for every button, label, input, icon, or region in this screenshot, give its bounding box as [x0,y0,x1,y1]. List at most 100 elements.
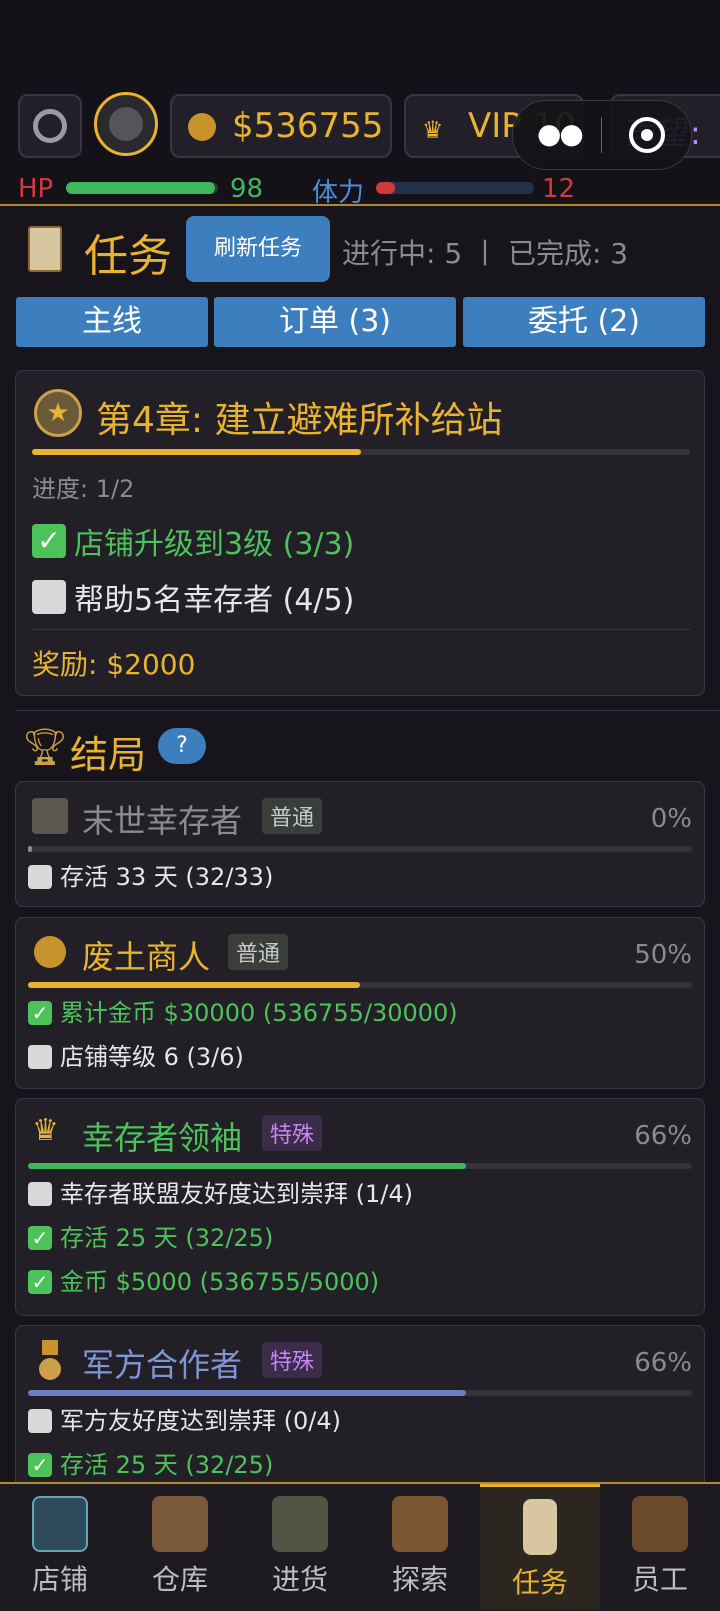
tab-commissions-label: 委托 (2) [527,304,641,339]
condition-row: 幸存者联盟友好度达到崇拜 (1/4) [28,1181,413,1206]
ending-percent: 66% [634,1348,692,1378]
endings-title: 结局 [70,733,147,777]
nav-restock-label: 进货 [271,1563,328,1596]
checkbox-empty-icon [28,1045,52,1069]
nav-explore[interactable]: 探索 [360,1484,480,1609]
tab-orders-label: 订单 (3) [278,304,392,339]
money-display: $536755 [170,94,392,158]
task-scroll-icon [28,226,62,272]
ending-card: 废土商人 普通 50% ✓ 累计金币 $30000 (536755/30000) … [15,917,705,1089]
condition-text: 累计金币 $30000 (536755/30000) [60,999,458,1027]
divider [32,629,690,630]
refresh-tasks-label: 刷新任务 [213,236,302,261]
checkbox-empty-icon [28,865,52,889]
staff-icon [632,1496,688,1552]
main-quest-reward: 奖励: $2000 [32,648,196,681]
nav-shop[interactable]: 店铺 [0,1484,120,1609]
checkbox-checked-icon: ✓ [28,1226,52,1250]
settings-button[interactable] [18,94,82,158]
condition-row: 存活 33 天 (32/33) [28,864,273,889]
gear-icon [33,109,67,143]
hp-value: 98 [230,174,264,204]
ending-progress-bar [28,846,692,852]
main-quest-title: 第4章: 建立避难所补给站 [96,400,503,441]
ending-percent: 50% [634,940,692,970]
stamina-bar [376,182,534,194]
miniprogram-capsule: ●● [512,100,692,170]
hp-bar-fill [66,182,215,194]
star-medal-icon: ★ [34,389,82,437]
endings-help-button[interactable]: ? [158,728,206,764]
ending-percent: 0% [650,804,692,834]
capsule-divider [601,117,602,153]
survivor-icon [109,107,143,141]
close-miniprogram-icon[interactable] [629,117,665,153]
crown-icon: ♛ [32,1113,59,1148]
avatar[interactable] [94,92,158,156]
condition-row: ✓ 存活 25 天 (32/25) [28,1452,273,1477]
header-divider [0,204,720,206]
help-label: ? [176,733,188,758]
warehouse-icon [152,1496,208,1552]
military-medal-icon [39,1340,61,1380]
stamina-value: 12 [542,174,576,204]
hp-label: HP [18,174,54,204]
refresh-tasks-button[interactable]: 刷新任务 [186,216,330,282]
checkbox-checked-icon: ✓ [28,1270,52,1294]
coin-icon [34,936,66,968]
more-menu-icon[interactable]: ●● [537,117,584,150]
task-status: 进行中: 5 丨 已完成: 3 [342,237,629,270]
ending-name: 军方合作者 [82,1346,243,1384]
ending-progress-bar [28,1163,692,1169]
main-quest-progress-bar [32,449,690,455]
shop-icon [32,1496,88,1552]
nav-restock[interactable]: 进货 [240,1484,360,1609]
nav-tasks-label: 任务 [511,1566,568,1599]
main-quest-progress-label: 进度: 1/2 [32,475,135,503]
ending-progress-fill [28,982,360,988]
objective-text: 店铺升级到3级 (3/3) [74,527,355,562]
tab-commissions[interactable]: 委托 (2) [463,297,705,347]
tab-main[interactable]: 主线 [16,297,208,347]
ending-card: 末世幸存者 普通 0% 存活 33 天 (32/33) [15,781,705,907]
condition-row: 军方友好度达到崇拜 (0/4) [28,1408,341,1433]
hp-bar [66,182,218,194]
coin-icon [188,113,216,141]
objective-text: 帮助5名幸存者 (4/5) [74,583,355,618]
money-value: $536755 [232,106,384,146]
tab-orders[interactable]: 订单 (3) [214,297,456,347]
nav-explore-label: 探索 [391,1563,448,1596]
ending-tag: 普通 [228,934,289,970]
quest-icon [523,1499,557,1555]
tab-main-label: 主线 [82,304,142,339]
ending-name: 废土商人 [82,938,211,976]
checkbox-checked-icon: ✓ [28,1453,52,1477]
condition-text: 存活 25 天 (32/25) [60,1224,274,1252]
ending-progress-fill [28,1390,467,1396]
condition-text: 幸存者联盟友好度达到崇拜 (1/4) [60,1180,413,1208]
ending-progress-fill [28,1163,467,1169]
condition-row: ✓ 存活 25 天 (32/25) [28,1225,273,1250]
main-quest-progress-fill [32,449,361,455]
ending-progress-fill [28,846,32,852]
condition-text: 金币 $5000 (536755/5000) [60,1268,380,1296]
nav-shop-label: 店铺 [31,1563,88,1596]
truck-icon [272,1496,328,1552]
ending-tag: 特殊 [262,1342,323,1378]
nav-warehouse[interactable]: 仓库 [120,1484,240,1609]
trophy-icon: 🏆︎ [22,727,68,768]
nav-tasks[interactable]: 任务 [480,1484,600,1609]
ending-progress-bar [28,1390,692,1396]
checkbox-checked-icon: ✓ [28,1001,52,1025]
condition-row: 店铺等级 6 (3/6) [28,1044,244,1069]
nav-staff-label: 员工 [631,1563,688,1596]
condition-text: 存活 25 天 (32/25) [60,1451,274,1479]
nav-warehouse-label: 仓库 [151,1563,208,1596]
nav-staff[interactable]: 员工 [600,1484,720,1609]
ending-percent: 66% [634,1121,692,1151]
main-quest-card: ★ 第4章: 建立避难所补给站 进度: 1/2 ✓ 店铺升级到3级 (3/3) 帮… [15,370,705,696]
condition-row: ✓ 累计金币 $30000 (536755/30000) [28,1000,458,1025]
stamina-bar-fill [376,182,395,194]
objective-row: ✓ 店铺升级到3级 (3/3) [32,519,354,563]
checkbox-checked-icon: ✓ [32,524,66,558]
